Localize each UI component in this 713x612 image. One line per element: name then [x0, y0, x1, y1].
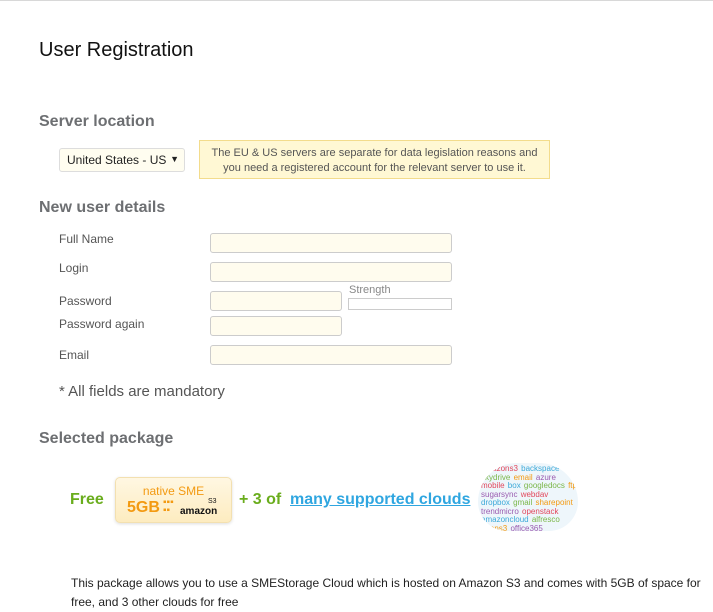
password-strength-meter — [348, 298, 452, 310]
full-name-input[interactable] — [210, 233, 452, 253]
selected-package-heading: Selected package — [39, 430, 174, 447]
plus-three-label: + 3 of — [239, 491, 282, 508]
password-again-input[interactable] — [210, 316, 342, 336]
badge-brand: amazon — [180, 506, 218, 517]
badge-s3: S3 — [208, 498, 217, 505]
email-input[interactable] — [210, 345, 452, 365]
supported-clouds-link[interactable]: many supported clouds — [290, 491, 470, 509]
select-value: United States - US — [67, 153, 167, 167]
full-name-label: Full Name — [59, 232, 114, 246]
server-note: The EU & US servers are separate for dat… — [199, 140, 550, 179]
server-location-heading: Server location — [39, 113, 155, 130]
package-description: This package allows you to use a SMEStor… — [71, 576, 701, 609]
native-sme-badge: native SME 5GB ▪▪▪ ▪▪ amazon S3 — [115, 477, 232, 523]
password-label: Password — [59, 294, 112, 308]
free-label: Free — [70, 491, 104, 508]
new-user-details-heading: New user details — [39, 199, 166, 216]
email-label: Email — [59, 348, 90, 362]
mandatory-note: * All fields are mandatory — [59, 383, 225, 400]
server-location-select[interactable]: United States - US ▼ — [59, 148, 185, 172]
password-again-label: Password again — [59, 317, 145, 331]
badge-title: native SME — [142, 484, 205, 498]
cloud-word: office365 — [510, 523, 543, 531]
strength-label: Strength — [349, 284, 391, 296]
cloud-logos-image: amazons3 backspace skydrive email azure … — [478, 463, 578, 531]
cloud-word: ftp — [568, 481, 577, 490]
dropdown-arrow-icon: ▼ — [170, 154, 179, 164]
password-input[interactable] — [210, 291, 342, 311]
login-input[interactable] — [210, 262, 452, 282]
badge-size: 5GB — [127, 499, 160, 516]
login-label: Login — [59, 261, 89, 275]
page-title: User Registration — [39, 39, 194, 61]
cloud-word: opens3 — [481, 523, 511, 531]
amazon-cubes-icon: ▪▪▪ ▪▪ — [163, 497, 174, 516]
